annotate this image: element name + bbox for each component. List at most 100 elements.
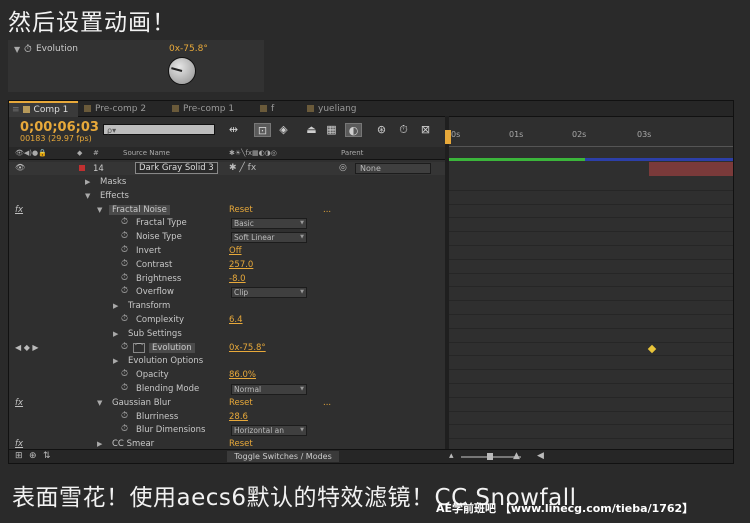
property-row[interactable]: ⏱ Brightness -8.0 [9, 273, 445, 287]
property-name[interactable]: Contrast [133, 260, 175, 270]
hide-shy-icon[interactable]: ⏏ [303, 123, 320, 137]
about-link[interactable]: ... [323, 398, 331, 408]
property-name[interactable]: Complexity [133, 315, 187, 325]
property-row[interactable]: ⏱ Invert Off [9, 245, 445, 259]
property-row[interactable]: ⏱ Blending Mode Normal [9, 383, 445, 397]
transfer-controls-icon[interactable]: ⊕ [29, 451, 37, 461]
graph-icon[interactable]: ⌒ [133, 342, 145, 353]
draft-3d-icon[interactable]: ◈ [275, 123, 292, 137]
in-out-icon[interactable]: ⇅ [43, 451, 51, 461]
property-name[interactable]: Blending Mode [133, 384, 202, 394]
label-color-chip[interactable] [79, 165, 85, 171]
stopwatch-icon[interactable]: ⏱ [121, 245, 128, 255]
property-name[interactable]: Invert [133, 246, 164, 256]
property-name[interactable]: Noise Type [133, 232, 185, 242]
stopwatch-icon[interactable]: ⏱ [121, 273, 128, 283]
zoom-in-icon[interactable]: ▲ [513, 451, 520, 461]
property-name[interactable]: Masks [97, 177, 129, 187]
twirl-icon[interactable]: ▶ [113, 330, 118, 338]
property-row[interactable]: ▶ Evolution Options [9, 355, 445, 369]
toggle-switches-modes-button[interactable]: Toggle Switches / Modes [227, 451, 339, 462]
property-name[interactable]: Effects [97, 191, 132, 201]
frame-blending-icon[interactable]: ▦ [323, 123, 340, 137]
twirl-icon[interactable]: ▶ [97, 440, 102, 448]
pickwhip-icon[interactable]: ◎ [339, 163, 347, 173]
twirl-icon[interactable]: ▼ [97, 399, 102, 407]
twirl-icon[interactable]: ▶ [113, 357, 118, 365]
property-dropdown[interactable]: Horizontal an [231, 425, 307, 437]
property-value[interactable]: 6.4 [229, 315, 243, 325]
layer-duration-bar[interactable] [649, 162, 733, 176]
current-time[interactable]: 0;00;06;03 [20, 120, 99, 135]
property-value[interactable]: 86.0% [229, 370, 256, 380]
about-link[interactable]: ... [323, 205, 331, 215]
property-value[interactable]: 28.6 [229, 412, 248, 422]
property-dropdown[interactable]: Soft Linear [231, 232, 307, 244]
property-row[interactable]: ⏱ Contrast 257.0 [9, 259, 445, 273]
property-row[interactable]: ▶ Masks [9, 176, 445, 190]
parent-select[interactable]: None [355, 163, 431, 174]
property-name[interactable]: Blurriness [133, 412, 181, 422]
tab-pre-comp-1[interactable]: Pre-comp 1 [169, 102, 252, 116]
motion-blur-icon[interactable]: ◐ [345, 123, 362, 137]
property-value[interactable]: 0x-75.8° [229, 343, 266, 353]
tab-pre-comp-2[interactable]: Pre-comp 2 [81, 102, 164, 116]
property-name[interactable]: Gaussian Blur [109, 398, 174, 408]
property-dropdown[interactable]: Clip [231, 287, 307, 299]
stopwatch-icon[interactable]: ⏱ [121, 259, 128, 269]
tab-yueliang[interactable]: yueliang [304, 102, 367, 116]
twirl-down-icon[interactable]: ▼ [14, 45, 20, 54]
mini-flowchart-icon[interactable]: ⇹ [225, 123, 242, 137]
layer-name[interactable]: Dark Gray Solid 3 [135, 162, 218, 174]
stopwatch-icon[interactable]: ⏱ [395, 123, 412, 137]
property-row[interactable]: fx ▼ Fractal Noise Reset... [9, 204, 445, 218]
property-row[interactable]: ⏱ Overflow Clip [9, 286, 445, 300]
stopwatch-icon[interactable]: ⏱ [121, 383, 128, 393]
property-name[interactable]: Opacity [133, 370, 172, 380]
evolution-dial[interactable] [168, 57, 196, 85]
tab-comp-1[interactable]: ≡ Comp 1 [9, 101, 78, 117]
property-name[interactable]: Evolution [149, 342, 195, 353]
layer-switches-toggle-icon[interactable]: ⊞ [15, 451, 23, 461]
render-icon[interactable]: ⊠ [417, 123, 434, 137]
work-area-bar[interactable] [449, 158, 585, 161]
stopwatch-icon[interactable]: ⏱ [121, 314, 128, 324]
tab-f[interactable]: f [257, 102, 300, 116]
evolution-value[interactable]: 0x-75.8° [169, 44, 208, 54]
stopwatch-icon[interactable]: ⏱ [121, 342, 128, 352]
source-name-header[interactable]: Source Name [123, 149, 170, 157]
twirl-icon[interactable]: ▼ [85, 192, 90, 200]
stopwatch-icon[interactable]: ⏱ [121, 217, 128, 227]
property-name[interactable]: Fractal Type [133, 218, 190, 228]
layer-row[interactable]: 👁 14 Dark Gray Solid 3 ✱ ╱ fx ◎ None [9, 162, 445, 175]
property-name[interactable]: Brightness [133, 274, 184, 284]
zoom-slider-knob[interactable] [487, 453, 493, 460]
property-row[interactable]: ⏱ Noise Type Soft Linear [9, 231, 445, 245]
property-row[interactable]: ⏱ Complexity 6.4 [9, 314, 445, 328]
stopwatch-icon[interactable]: ⏱ [121, 286, 128, 296]
graph-editor-icon[interactable]: ⊛ [373, 123, 390, 137]
property-row[interactable]: ⏱ Blurriness 28.6 [9, 411, 445, 425]
property-row[interactable]: ⏱ Opacity 86.0% [9, 369, 445, 383]
eye-icon[interactable]: 👁 [15, 163, 25, 172]
property-row[interactable]: ⏱ Fractal Type Basic [9, 217, 445, 231]
stopwatch-icon[interactable]: ⏱ [121, 411, 128, 421]
stopwatch-icon[interactable]: ⏱ [121, 231, 128, 241]
property-dropdown[interactable]: Normal [231, 383, 307, 395]
property-value[interactable]: 257.0 [229, 260, 253, 270]
property-name[interactable]: Transform [125, 301, 173, 311]
twirl-icon[interactable]: ▶ [113, 302, 118, 310]
twirl-icon[interactable]: ▼ [97, 206, 102, 214]
property-row[interactable]: ◀ ◆ ▶ ⏱ ⌒ Evolution 0x-75.8° [9, 342, 445, 356]
live-update-icon[interactable]: ⊡ [254, 123, 271, 137]
keyframe-navigator-icon[interactable]: ◀ ◆ ▶ [15, 343, 39, 352]
scroll-left-icon[interactable]: ◀ [537, 451, 544, 461]
property-name[interactable]: Overflow [133, 287, 177, 297]
property-value[interactable]: -8.0 [229, 274, 246, 284]
reset-link[interactable]: Reset [229, 398, 253, 408]
property-name[interactable]: Blur Dimensions [133, 425, 208, 435]
layer-switches[interactable]: ✱ ╱ fx [229, 163, 256, 173]
time-ruler[interactable] [449, 139, 733, 147]
fx-icon[interactable]: fx [15, 398, 23, 408]
property-name[interactable]: CC Smear [109, 439, 157, 449]
